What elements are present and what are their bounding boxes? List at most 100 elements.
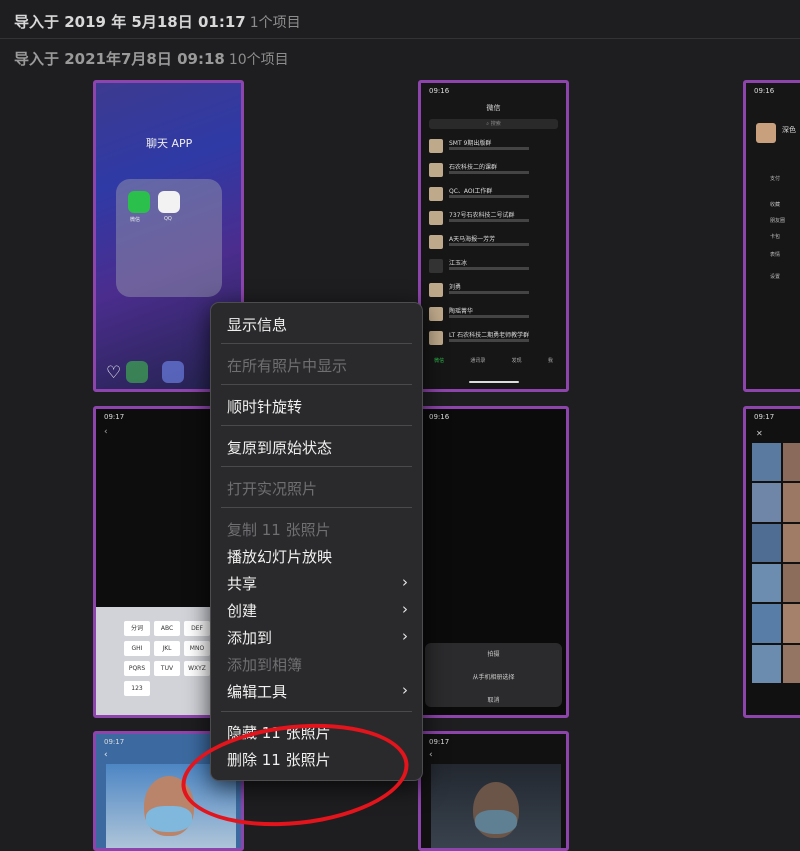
grid-photo bbox=[752, 443, 781, 482]
chat-preview bbox=[449, 339, 529, 342]
menu-separator bbox=[221, 466, 412, 467]
import-count: 1个项目 bbox=[249, 15, 301, 31]
chat-preview bbox=[449, 291, 529, 294]
chat-preview bbox=[449, 171, 529, 174]
menu-item: 朋友圈 bbox=[770, 218, 786, 224]
menu-item-share[interactable]: 共享 bbox=[227, 573, 257, 594]
grid-photo bbox=[783, 483, 800, 522]
chat-preview bbox=[449, 267, 529, 270]
chat-row: 刘勇 bbox=[429, 281, 560, 301]
grid-photo bbox=[752, 523, 781, 562]
chat-preview bbox=[449, 219, 529, 222]
key: GHI bbox=[124, 641, 150, 656]
key: TUV bbox=[154, 661, 180, 676]
status-time: 09:16 bbox=[754, 87, 775, 95]
key: WXYZ bbox=[184, 661, 210, 676]
grid-photo bbox=[783, 523, 800, 562]
status-time: 09:17 bbox=[104, 413, 125, 421]
status-time: 09:17 bbox=[754, 413, 775, 421]
grid-photo bbox=[783, 644, 800, 683]
import-title: 导入于 2021年7月8日 09:18 bbox=[14, 50, 225, 68]
favorite-heart-icon[interactable]: ♡ bbox=[106, 363, 121, 383]
avatar bbox=[756, 123, 776, 143]
chat-name: QC、AOI工作群 bbox=[449, 188, 493, 195]
avatar bbox=[429, 187, 443, 201]
chat-row: LT 石农科技二期勇老师教学群 bbox=[429, 329, 560, 349]
menu-separator bbox=[221, 507, 412, 508]
search-bar: ⌕ 搜索 bbox=[429, 119, 558, 129]
menu-item-edit-tools[interactable]: 编辑工具 bbox=[227, 681, 287, 702]
chat-preview bbox=[449, 243, 529, 246]
face-mask bbox=[146, 806, 192, 832]
key: 123 bbox=[124, 681, 150, 696]
chevron-right-icon: › bbox=[402, 600, 408, 618]
menu-separator bbox=[221, 343, 412, 344]
key: DEF bbox=[184, 621, 210, 636]
tab-label: 我 bbox=[547, 358, 553, 364]
chat-row: 737号石农科技二号试群 bbox=[429, 209, 560, 229]
sheet-option: 取消 bbox=[487, 697, 500, 704]
avatar bbox=[429, 139, 443, 153]
photo-thumbnail-face-grid[interactable]: 09:17 ✕ bbox=[743, 406, 800, 718]
menu-item-add-to-album: 添加到相簿 bbox=[227, 656, 303, 674]
chat-row: 陶瑶菁华 bbox=[429, 305, 560, 325]
status-time: 09:16 bbox=[429, 87, 450, 95]
chat-name: 江玉冰 bbox=[449, 260, 468, 267]
sheet-option: 拍摄 bbox=[487, 651, 500, 658]
tab-label: 通讯录 bbox=[470, 358, 486, 364]
menu-item-create[interactable]: 创建 bbox=[227, 600, 257, 621]
avatar bbox=[429, 211, 443, 225]
profile-name: 深色 bbox=[782, 126, 796, 134]
menu-item: 收藏 bbox=[770, 202, 781, 208]
tab-label: 发现 bbox=[511, 358, 522, 364]
chat-name: 陶瑶菁华 bbox=[449, 308, 474, 315]
menu-item-add-to[interactable]: 添加到 bbox=[227, 627, 272, 648]
avatar bbox=[429, 235, 443, 249]
dock-app-icon bbox=[126, 361, 148, 383]
key: 分词 bbox=[124, 621, 150, 636]
photo-thumbnail-selfie-dark[interactable]: 09:17 ‹ bbox=[418, 731, 569, 851]
app-label: 微信 bbox=[130, 217, 141, 223]
app-folder: 微信 QQ bbox=[116, 179, 222, 297]
tab-label: 微信 bbox=[434, 358, 445, 364]
menu-item: 设置 bbox=[770, 274, 781, 280]
status-time: 09:17 bbox=[104, 738, 125, 746]
menu-item-revert-to-original[interactable]: 复原到原始状态 bbox=[227, 437, 332, 458]
chat-row: 江玉冰 bbox=[429, 257, 560, 277]
chat-name: A天马海报一芳芳 bbox=[449, 236, 496, 243]
chat-name: SMT 9期出版群 bbox=[449, 140, 492, 147]
chat-row: QC、AOI工作群 bbox=[429, 185, 560, 205]
chat-row: A天马海报一芳芳 bbox=[429, 233, 560, 253]
menu-item-show-info[interactable]: 显示信息 bbox=[227, 314, 287, 335]
photo-thumbnail-action-sheet[interactable]: 09:16 拍摄 从手机相册选择 取消 bbox=[418, 406, 569, 718]
chat-name: 737号石农科技二号试群 bbox=[449, 212, 515, 219]
menu-item-rotate-clockwise[interactable]: 顺时针旋转 bbox=[227, 396, 302, 417]
qq-icon bbox=[158, 191, 180, 213]
photo-thumbnail-wechat-list[interactable]: 09:16 微信 ⌕ 搜索 SMT 9期出版群 石农科技二的课群 QC、AOI工… bbox=[418, 80, 569, 392]
menu-separator bbox=[221, 711, 412, 712]
chat-name: 石农科技二的课群 bbox=[449, 164, 498, 171]
avatar bbox=[429, 163, 443, 177]
grid-photo bbox=[752, 604, 781, 643]
photo-thumbnail-wechat-me[interactable]: 09:16 深色 支付 收藏 朋友圈 卡包 表情 设置 bbox=[743, 80, 800, 392]
divider bbox=[0, 38, 800, 39]
dock-app-icon bbox=[162, 361, 184, 383]
status-time: 09:16 bbox=[429, 413, 450, 421]
key: JKL bbox=[154, 641, 180, 656]
chat-preview bbox=[449, 147, 529, 150]
chat-preview bbox=[449, 195, 529, 198]
folder-label: 聊天 APP bbox=[146, 137, 193, 150]
grid-photo bbox=[783, 604, 800, 643]
tab-bar: 微信 通讯录 发现 我 bbox=[421, 357, 566, 375]
menu-item: 卡包 bbox=[770, 234, 781, 240]
key: ABC bbox=[154, 621, 180, 636]
menu-item-slideshow[interactable]: 播放幻灯片放映 bbox=[227, 546, 332, 567]
menu-item-show-in-all-photos: 在所有照片中显示 bbox=[227, 357, 348, 375]
import-header-2019: 导入于 2019 年 5月18日 01:17 1个项目 bbox=[14, 11, 301, 32]
face-mask bbox=[475, 810, 517, 834]
menu-item-copy-photos: 复制 11 张照片 bbox=[227, 521, 331, 539]
back-icon: ‹ bbox=[429, 750, 433, 760]
context-menu: 显示信息 在所有照片中显示 顺时针旋转 复原到原始状态 打开实况照片 复制 11… bbox=[210, 302, 423, 781]
screen-title: 微信 bbox=[486, 104, 501, 112]
avatar bbox=[429, 331, 443, 345]
